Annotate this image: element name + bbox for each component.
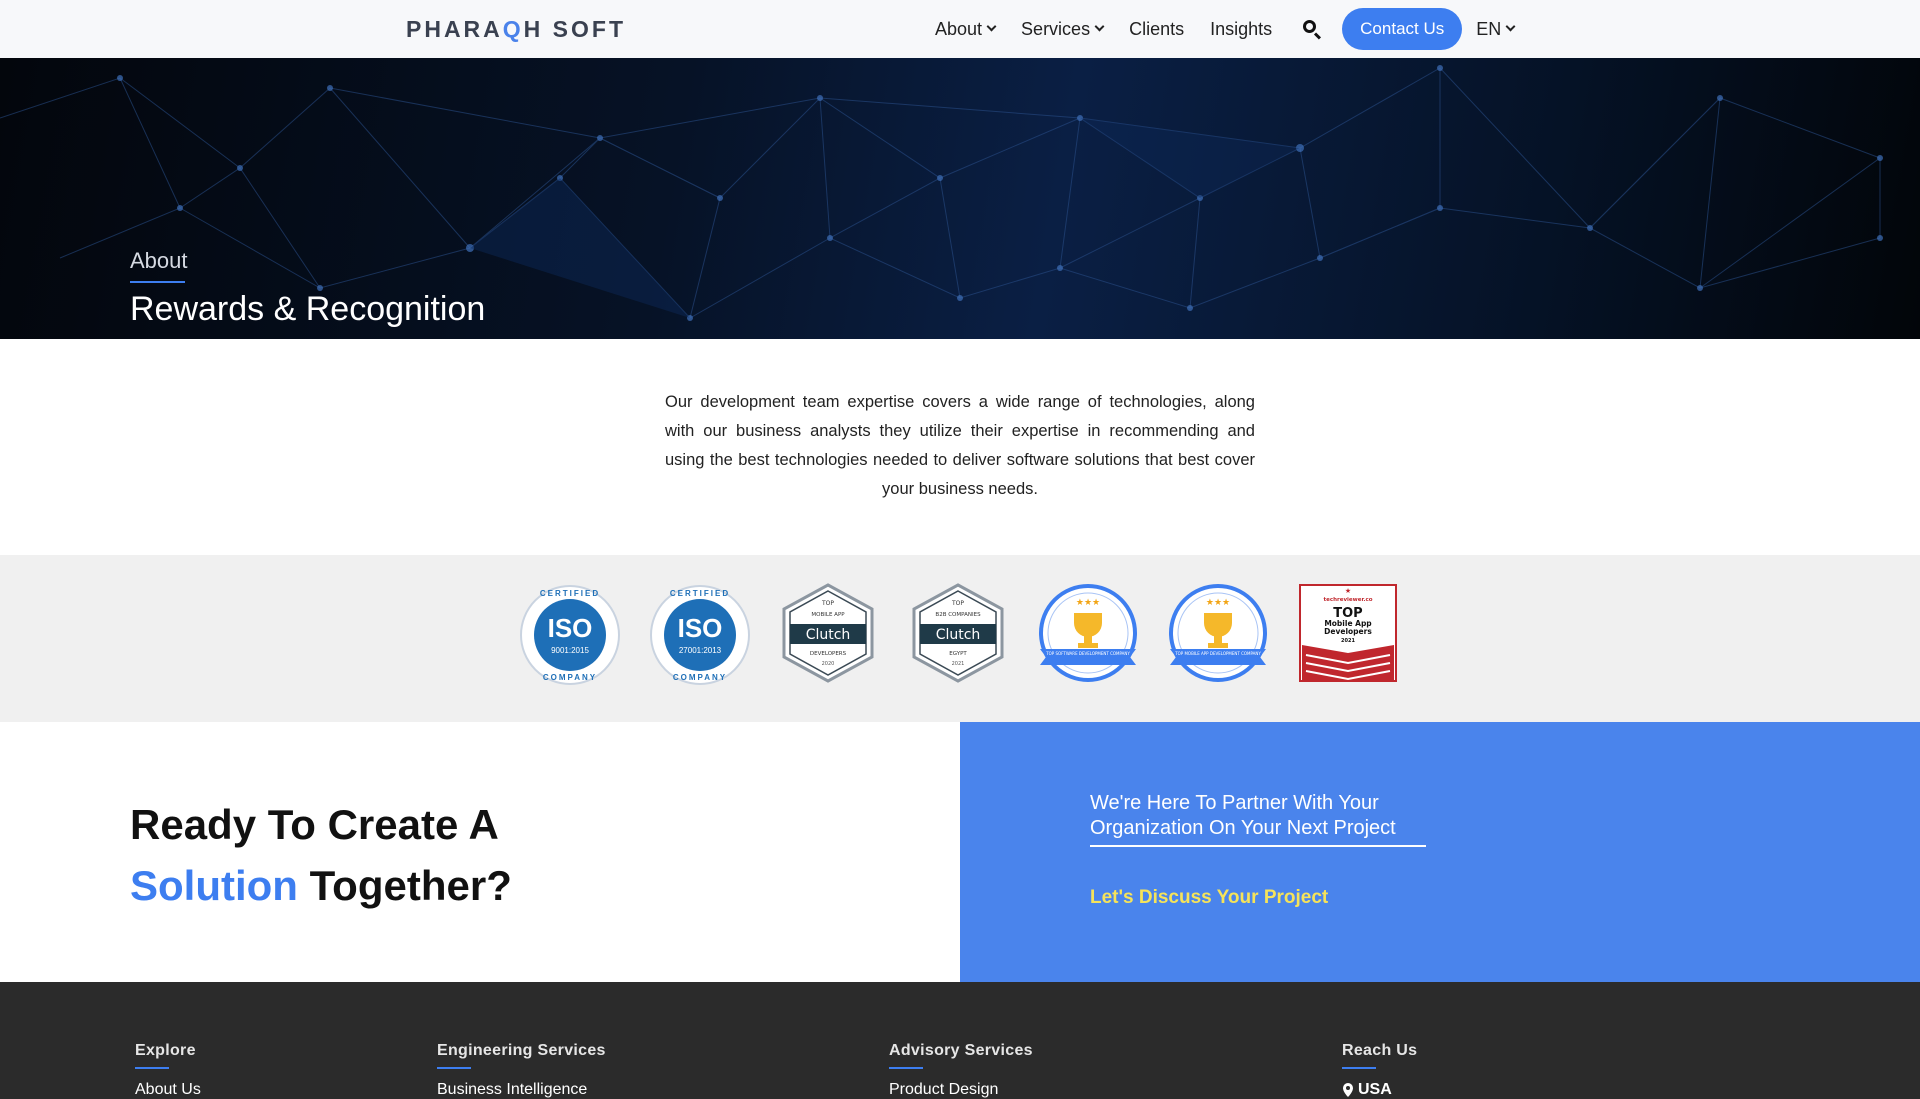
cta-heading-highlight: Solution xyxy=(130,862,298,909)
map-pin-icon xyxy=(1343,1083,1353,1097)
hero-underline xyxy=(130,281,185,283)
nav-label: About xyxy=(935,18,983,39)
awards-strip: CERTIFIED ISO 9001:2015 COMPANY CERTIFIE… xyxy=(0,555,1920,722)
clutch-mobile-app-badge: TOP MOBILE APP Clutch DEVELOPERS 2020 xyxy=(778,583,882,687)
badge-main-text: ISO xyxy=(677,613,723,643)
svg-text:★★★: ★★★ xyxy=(1076,598,1100,608)
logo-text-2: H SOFT xyxy=(523,16,627,42)
location-label: USA xyxy=(1358,1081,1392,1098)
nav-label: Clients xyxy=(1129,18,1185,39)
chevron-down-icon xyxy=(986,21,997,32)
goodfirms-software-badge: ★★★ TOP SOFTWARE DEVELOPMENT COMPANY xyxy=(1038,583,1142,687)
footer-column-reach-us: Reach Us USA xyxy=(1342,1042,1417,1099)
footer-heading: Reach Us xyxy=(1342,1042,1418,1059)
cta-heading: Ready To Create A Solution Together? xyxy=(130,794,512,916)
clutch-b2b-badge: TOP B2B COMPANIES Clutch EGYPT 2021 xyxy=(908,583,1012,687)
nav-item-services[interactable]: Services xyxy=(1021,18,1105,40)
nav-label: Insights xyxy=(1210,18,1273,39)
badge-bottom-text: COMPANY xyxy=(542,673,598,682)
footer-link-about-us[interactable]: About Us xyxy=(135,1081,201,1099)
cta-heading-line2: Solution Together? xyxy=(130,855,512,916)
footer-heading-underline xyxy=(889,1067,923,1069)
iso-9001-badge: CERTIFIED ISO 9001:2015 COMPANY xyxy=(518,583,622,687)
contact-us-button[interactable]: Contact Us xyxy=(1342,8,1463,50)
iso-27001-badge: CERTIFIED ISO 27001:2013 COMPANY xyxy=(648,583,752,687)
footer-link-product-design[interactable]: Product Design xyxy=(889,1081,1033,1099)
hero-breadcrumb[interactable]: About xyxy=(130,248,188,274)
badge-site: techreviewer.co xyxy=(1323,597,1372,603)
badge-line3: EGYPT xyxy=(949,651,967,657)
footer-column-explore: Explore About Us xyxy=(135,1042,201,1099)
footer-column-engineering: Engineering Services Business Intelligen… xyxy=(437,1042,606,1099)
badge-line3: Developers xyxy=(1324,627,1372,636)
logo-text-accent: Q xyxy=(502,16,524,42)
footer-column-advisory: Advisory Services Product Design xyxy=(889,1042,1033,1099)
goodfirms-mobile-app-badge: ★★★ TOP MOBILE APP DEVELOPMENT COMPANY xyxy=(1168,583,1272,687)
nav-item-about[interactable]: About xyxy=(935,18,997,40)
top-navbar: PHARAQH SOFT About Services Clients Insi… xyxy=(0,0,1920,58)
techreviewer-badge: ★ techreviewer.co TOP Mobile App Develop… xyxy=(1298,583,1402,687)
footer-heading-underline xyxy=(437,1067,471,1069)
main-nav: About Services Clients Insights Contact … xyxy=(935,0,1516,58)
language-label: EN xyxy=(1476,18,1502,39)
badge-year: 2020 xyxy=(822,661,835,667)
footer-heading-underline xyxy=(135,1067,169,1069)
footer-heading: Explore xyxy=(135,1042,196,1059)
discuss-project-link[interactable]: Let's Discuss Your Project xyxy=(1090,887,1328,909)
company-logo[interactable]: PHARAQH SOFT xyxy=(406,16,626,43)
language-selector[interactable]: EN xyxy=(1476,18,1516,40)
cta-divider xyxy=(1090,845,1426,847)
footer-heading: Advisory Services xyxy=(889,1042,1033,1059)
hero-banner: About Rewards & Recognition xyxy=(0,58,1920,339)
badge-year: 2021 xyxy=(1341,638,1355,644)
badge-bottom-text: COMPANY xyxy=(672,673,728,682)
badge-caption: TOP SOFTWARE DEVELOPMENT COMPANY xyxy=(1045,651,1130,656)
badge-main-text: ISO xyxy=(547,613,593,643)
nav-label: Services xyxy=(1021,18,1091,39)
badge-line2: B2B COMPANIES xyxy=(935,612,981,618)
badge-year: 2021 xyxy=(952,661,965,667)
footer-heading: Engineering Services xyxy=(437,1042,606,1059)
badge-top-text: CERTIFIED xyxy=(539,589,601,598)
badge-top-text: CERTIFIED xyxy=(669,589,731,598)
intro-paragraph: Our development team expertise covers a … xyxy=(665,393,1255,498)
cta-heading-rest: Together? xyxy=(297,862,512,909)
nav-item-insights[interactable]: Insights xyxy=(1210,19,1272,40)
cta-right-panel xyxy=(960,722,1920,982)
badge-line1: TOP xyxy=(951,600,964,607)
logo-text-1: PHARA xyxy=(406,16,503,42)
cta-heading-line1: Ready To Create A xyxy=(130,801,499,848)
badge-brand: Clutch xyxy=(806,627,851,643)
badge-line1: TOP xyxy=(821,600,834,607)
nav-item-clients[interactable]: Clients xyxy=(1129,19,1184,40)
badge-brand: Clutch xyxy=(936,627,981,643)
badge-code-text: 9001:2015 xyxy=(551,646,589,655)
svg-text:★★★: ★★★ xyxy=(1206,598,1230,608)
chevron-down-icon xyxy=(1094,21,1105,32)
footer-link-business-intelligence[interactable]: Business Intelligence xyxy=(437,1081,606,1099)
page-title: Rewards & Recognition xyxy=(130,290,486,328)
search-icon[interactable] xyxy=(1302,19,1322,40)
badge-code-text: 27001:2013 xyxy=(678,646,722,655)
cta-right-title: We're Here To Partner With Your Organiza… xyxy=(1090,792,1396,839)
svg-text:★: ★ xyxy=(1345,587,1351,595)
badge-line3: DEVELOPERS xyxy=(810,651,847,657)
site-footer: Explore About Us Engineering Services Bu… xyxy=(0,982,1920,1099)
badge-caption: TOP MOBILE APP DEVELOPMENT COMPANY xyxy=(1174,651,1261,656)
chevron-down-icon xyxy=(1505,21,1516,32)
footer-location-usa[interactable]: USA xyxy=(1342,1081,1417,1099)
badge-line2: MOBILE APP xyxy=(811,612,845,618)
footer-heading-underline xyxy=(1342,1067,1376,1069)
